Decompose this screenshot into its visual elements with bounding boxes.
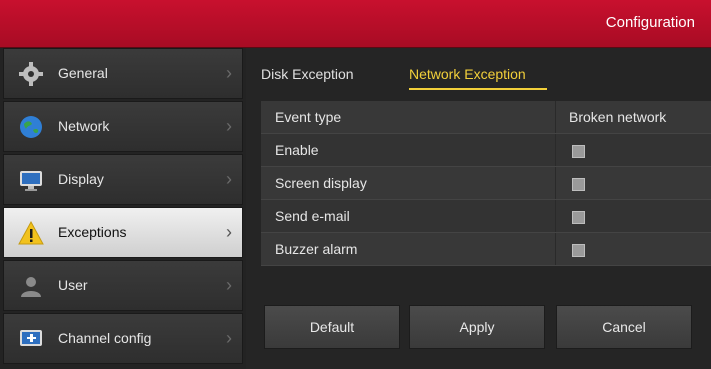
event-type-value[interactable]: Broken network: [569, 109, 666, 125]
monitor-icon: [18, 167, 44, 193]
sidebar: General › Network › Display › Exceptions…: [0, 48, 246, 369]
enable-checkbox[interactable]: [572, 145, 585, 158]
sidebar-item-general[interactable]: General ›: [3, 48, 243, 99]
active-tab-indicator: [409, 88, 547, 90]
page-title: Configuration: [605, 14, 695, 31]
tab-bar: Disk Exception Network Exception: [246, 48, 711, 96]
sidebar-item-channel-config[interactable]: Channel config ›: [3, 313, 243, 364]
column-divider: [555, 233, 556, 265]
buzzer-alarm-checkbox[interactable]: [572, 244, 585, 257]
gear-icon: [18, 61, 44, 87]
sidebar-item-network[interactable]: Network ›: [3, 101, 243, 152]
send-email-checkbox[interactable]: [572, 211, 585, 224]
column-divider: [555, 101, 556, 133]
sidebar-item-label: User: [58, 277, 88, 293]
table-row: Event type Broken network: [261, 101, 711, 134]
sidebar-item-user[interactable]: User ›: [3, 260, 243, 311]
row-label: Send e-mail: [275, 208, 350, 224]
sidebar-item-label: Exceptions: [58, 224, 127, 240]
sidebar-item-label: Network: [58, 118, 110, 134]
chevron-right-icon: ›: [226, 169, 232, 189]
chevron-right-icon: ›: [226, 328, 232, 348]
table-row: Buzzer alarm: [261, 233, 711, 266]
exception-settings-table: Event type Broken network Enable Screen …: [261, 101, 711, 266]
chevron-right-icon: ›: [226, 116, 232, 136]
user-icon: [18, 273, 44, 299]
table-row: Enable: [261, 134, 711, 167]
default-button[interactable]: Default: [264, 305, 400, 349]
column-divider: [555, 134, 556, 166]
column-divider: [555, 167, 556, 199]
tab-network-exception[interactable]: Network Exception: [409, 66, 526, 82]
tab-disk-exception[interactable]: Disk Exception: [261, 66, 354, 82]
main-content: Disk Exception Network Exception Event t…: [246, 48, 711, 369]
column-divider: [555, 200, 556, 232]
row-label: Enable: [275, 142, 319, 158]
top-header-bar: Configuration: [0, 0, 711, 48]
screen-display-checkbox[interactable]: [572, 178, 585, 191]
chevron-right-icon: ›: [226, 222, 232, 242]
sidebar-item-display[interactable]: Display ›: [3, 154, 243, 205]
chevron-right-icon: ›: [226, 63, 232, 83]
sidebar-item-label: Channel config: [58, 330, 152, 346]
chevron-right-icon: ›: [226, 275, 232, 295]
row-label: Screen display: [275, 175, 367, 191]
channel-config-icon: [18, 326, 44, 352]
table-row: Send e-mail: [261, 200, 711, 233]
sidebar-item-label: General: [58, 65, 108, 81]
sidebar-item-label: Display: [58, 171, 104, 187]
row-label: Buzzer alarm: [275, 241, 358, 257]
warning-icon: [18, 220, 44, 246]
table-row: Screen display: [261, 167, 711, 200]
sidebar-item-exceptions[interactable]: Exceptions ›: [3, 207, 243, 258]
apply-button[interactable]: Apply: [409, 305, 545, 349]
row-label: Event type: [275, 109, 342, 125]
globe-icon: [18, 114, 44, 140]
cancel-button[interactable]: Cancel: [556, 305, 692, 349]
